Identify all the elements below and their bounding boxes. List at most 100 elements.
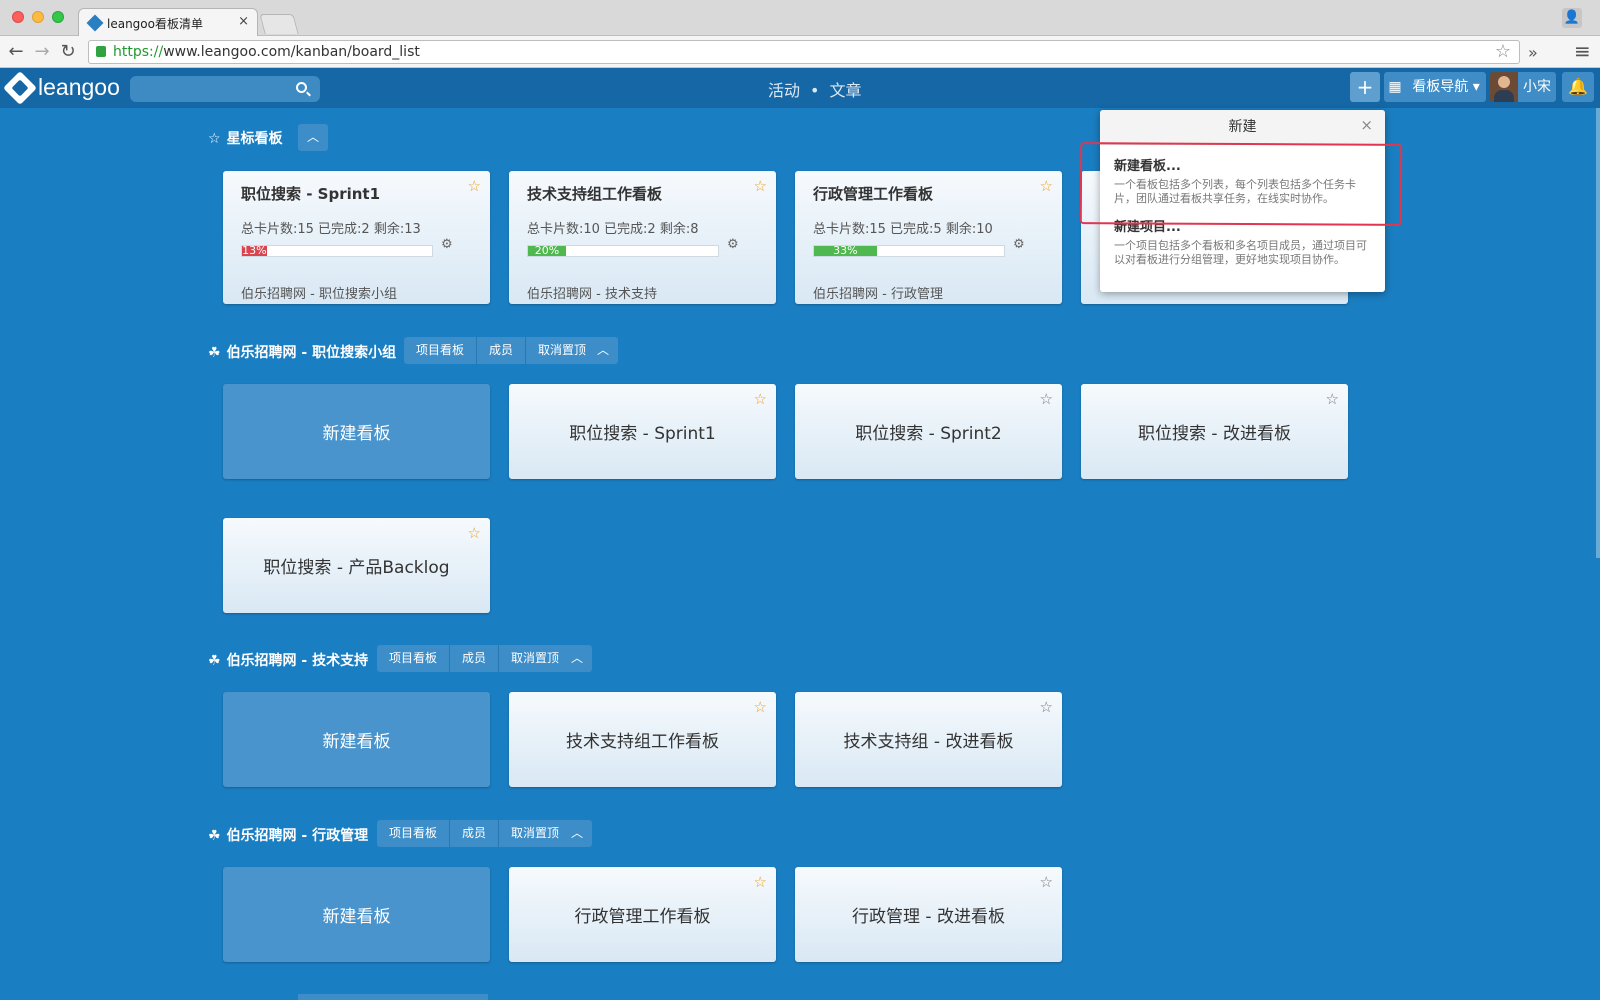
group-icon: ☘ bbox=[208, 828, 221, 844]
board-card[interactable]: ☆ 职位搜索 - Sprint1 bbox=[509, 384, 776, 479]
gear-icon[interactable]: ⚙ bbox=[727, 237, 739, 252]
starred-board-card[interactable]: ☆ 行政管理工作看板 总卡片数:15 已完成:5 剩余:10 33% ⚙ 伯乐招… bbox=[795, 171, 1062, 304]
group-title-text: 伯乐招聘网 - 职位搜索小组 bbox=[226, 345, 397, 361]
group-title: ☘ 伯乐招聘网 - 行政管理 bbox=[208, 825, 368, 845]
gear-icon[interactable]: ⚙ bbox=[1013, 237, 1025, 252]
logo-text[interactable]: leangoo bbox=[38, 74, 120, 101]
extensions-overflow-icon[interactable]: » bbox=[1528, 43, 1538, 62]
project-board-button[interactable]: 项目看板 bbox=[377, 820, 451, 847]
star-outline-icon[interactable]: ☆ bbox=[1326, 390, 1339, 408]
board-name: 职位搜索 - Sprint2 bbox=[855, 424, 1002, 444]
nav-activity-link[interactable]: 活动 bbox=[768, 81, 800, 100]
members-button[interactable]: 成员 bbox=[450, 820, 500, 847]
new-board-card[interactable]: 新建看板 bbox=[223, 692, 490, 787]
starred-title-text: 星标看板 bbox=[226, 131, 283, 147]
tab-close-icon[interactable]: × bbox=[238, 14, 249, 29]
close-icon[interactable]: × bbox=[1360, 116, 1373, 134]
star-icon[interactable]: ☆ bbox=[754, 177, 767, 195]
progress-fill: 20% bbox=[528, 244, 566, 257]
grid-icon[interactable]: ▦ bbox=[1384, 72, 1406, 102]
board-name: 行政管理工作看板 bbox=[574, 907, 711, 927]
progress-label: 33% bbox=[833, 244, 858, 257]
board-nav-button[interactable]: 看板导航 ▾ bbox=[1406, 72, 1486, 102]
next-group-actions-partial bbox=[298, 994, 488, 1000]
address-bar[interactable]: https://www.leangoo.com/kanban/board_lis… bbox=[88, 40, 1520, 64]
url-scheme: https:// bbox=[113, 44, 164, 60]
star-icon[interactable]: ☆ bbox=[754, 698, 767, 716]
card-counts: 总卡片数:15 已完成:5 剩余:10 bbox=[813, 222, 993, 237]
annotation-highlight-box bbox=[1079, 142, 1403, 226]
gear-icon[interactable]: ⚙ bbox=[441, 237, 453, 252]
new-board-card[interactable]: 新建看板 bbox=[223, 384, 490, 479]
board-card[interactable]: ☆ 职位搜索 - 产品Backlog bbox=[223, 518, 490, 613]
browser-tab-bar: leangoo看板清单 × 👤 bbox=[0, 0, 1600, 36]
page-scrollbar[interactable] bbox=[1596, 108, 1600, 558]
board-title: 行政管理工作看板 bbox=[813, 185, 934, 203]
progress-label: 13% bbox=[242, 244, 267, 257]
collapse-group-button[interactable]: ︿ bbox=[562, 820, 592, 847]
browser-menu-icon[interactable]: ≡ bbox=[1574, 39, 1591, 63]
project-name: 伯乐招聘网 - 职位搜索小组 bbox=[241, 287, 397, 302]
nav-article-link[interactable]: 文章 bbox=[829, 81, 861, 100]
url-text: www.leangoo.com/kanban/board_list bbox=[163, 44, 420, 60]
board-card[interactable]: ☆ 职位搜索 - Sprint2 bbox=[795, 384, 1062, 479]
group-title: ☘ 伯乐招聘网 - 技术支持 bbox=[208, 650, 368, 670]
collapse-starred-button[interactable]: ︿ bbox=[298, 124, 328, 151]
avatar[interactable] bbox=[1490, 72, 1518, 102]
card-counts: 总卡片数:15 已完成:2 剩余:13 bbox=[241, 222, 421, 237]
starred-board-card[interactable]: ☆ 技术支持组工作看板 总卡片数:10 已完成:2 剩余:8 20% ⚙ 伯乐招… bbox=[509, 171, 776, 304]
unpin-button[interactable]: 取消置顶 bbox=[499, 820, 572, 847]
new-board-card[interactable]: 新建看板 bbox=[223, 867, 490, 962]
project-board-button[interactable]: 项目看板 bbox=[404, 337, 478, 364]
project-board-button[interactable]: 项目看板 bbox=[377, 645, 451, 672]
collapse-group-button[interactable]: ︿ bbox=[588, 337, 618, 364]
group-title: ☘ 伯乐招聘网 - 职位搜索小组 bbox=[208, 342, 396, 362]
leangoo-logo-icon[interactable] bbox=[3, 71, 37, 105]
group-actions: 项目看板 成员 取消置顶 bbox=[377, 645, 572, 672]
collapse-group-button[interactable]: ︿ bbox=[562, 645, 592, 672]
progress-bar: 33% bbox=[813, 245, 1005, 257]
search-icon[interactable] bbox=[296, 82, 307, 93]
star-icon[interactable]: ☆ bbox=[754, 390, 767, 408]
browser-tab[interactable]: leangoo看板清单 × bbox=[78, 8, 258, 36]
project-name: 伯乐招聘网 - 技术支持 bbox=[527, 287, 657, 302]
user-name-button[interactable]: 小宋 bbox=[1518, 72, 1556, 102]
zoom-window-button[interactable] bbox=[52, 11, 64, 23]
forward-arrow-icon[interactable]: → bbox=[32, 42, 52, 62]
browser-profile-icon[interactable]: 👤 bbox=[1562, 8, 1582, 28]
star-outline-icon[interactable]: ☆ bbox=[1040, 698, 1053, 716]
group-icon: ☘ bbox=[208, 653, 221, 669]
star-outline-icon[interactable]: ☆ bbox=[1040, 390, 1053, 408]
star-icon[interactable]: ☆ bbox=[1040, 177, 1053, 195]
star-icon[interactable]: ☆ bbox=[468, 177, 481, 195]
bookmark-star-icon[interactable]: ☆ bbox=[1495, 41, 1511, 63]
unpin-button[interactable]: 取消置顶 bbox=[499, 645, 572, 672]
search-input[interactable] bbox=[130, 76, 320, 102]
star-outline-icon: ☆ bbox=[208, 131, 221, 147]
starred-board-card[interactable]: ☆ 职位搜索 - Sprint1 总卡片数:15 已完成:2 剩余:13 13%… bbox=[223, 171, 490, 304]
create-new-button[interactable]: + bbox=[1350, 72, 1380, 102]
board-card[interactable]: ☆ 技术支持组工作看板 bbox=[509, 692, 776, 787]
board-name: 职位搜索 - Sprint1 bbox=[569, 424, 716, 444]
back-arrow-icon[interactable]: ← bbox=[6, 42, 26, 62]
board-card[interactable]: ☆ 技术支持组 - 改进看板 bbox=[795, 692, 1062, 787]
star-outline-icon[interactable]: ☆ bbox=[1040, 873, 1053, 891]
board-name: 职位搜索 - 改进看板 bbox=[1138, 424, 1291, 444]
lock-icon bbox=[96, 46, 106, 57]
board-card[interactable]: ☆ 行政管理工作看板 bbox=[509, 867, 776, 962]
members-button[interactable]: 成员 bbox=[450, 645, 500, 672]
board-card[interactable]: ☆ 行政管理 - 改进看板 bbox=[795, 867, 1062, 962]
new-tab-button[interactable] bbox=[259, 14, 299, 34]
board-card[interactable]: ☆ 职位搜索 - 改进看板 bbox=[1081, 384, 1348, 479]
close-window-button[interactable] bbox=[12, 11, 24, 23]
board-title: 职位搜索 - Sprint1 bbox=[241, 185, 381, 203]
minimize-window-button[interactable] bbox=[32, 11, 44, 23]
bell-icon[interactable]: 🔔 bbox=[1562, 72, 1594, 102]
progress-label: 20% bbox=[534, 244, 560, 257]
members-button[interactable]: 成员 bbox=[477, 337, 527, 364]
app-header: leangoo 活动 • 文章 + ▦ 看板导航 ▾ 小宋 🔔 bbox=[0, 68, 1600, 108]
reload-icon[interactable]: ↻ bbox=[58, 42, 78, 62]
star-icon[interactable]: ☆ bbox=[754, 873, 767, 891]
star-icon[interactable]: ☆ bbox=[468, 524, 481, 542]
group-actions: 项目看板 成员 取消置顶 bbox=[377, 820, 572, 847]
